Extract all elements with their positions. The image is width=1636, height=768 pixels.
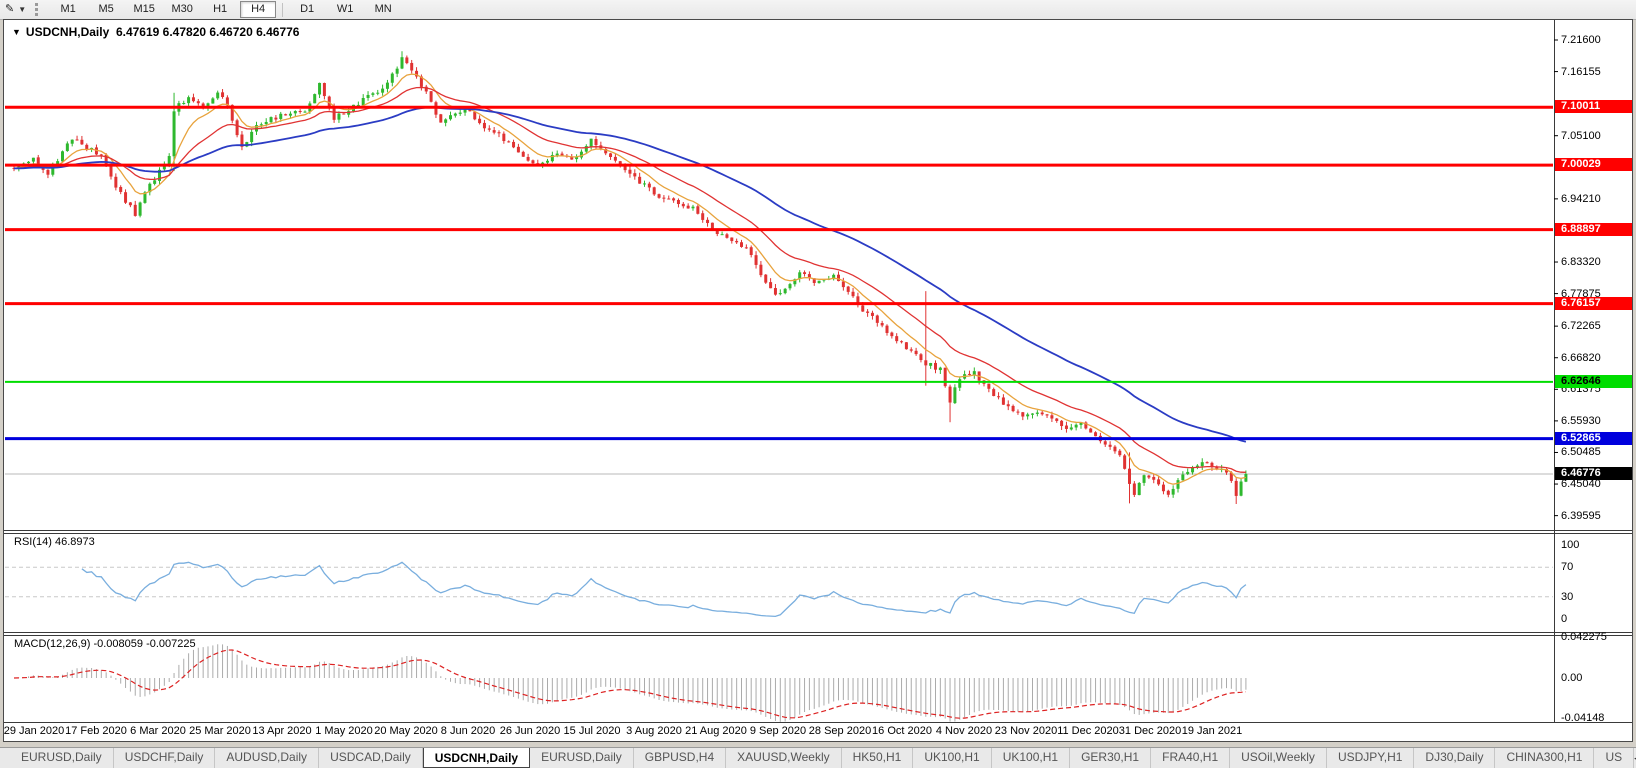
chart-canvas[interactable] — [4, 20, 1632, 741]
date-label: 28 Sep 2020 — [809, 725, 871, 737]
timeframe-button-h4[interactable]: H4 — [240, 1, 276, 18]
tab-eurusd-daily[interactable]: EURUSD,Daily — [530, 748, 634, 768]
date-label: 9 Sep 2020 — [750, 725, 806, 737]
tab-ger30-h1[interactable]: GER30,H1 — [1070, 748, 1151, 768]
tab-uk100-h1[interactable]: UK100,H1 — [913, 748, 991, 768]
date-label: 29 Jan 2020 — [4, 725, 65, 737]
date-label: 11 Dec 2020 — [1057, 725, 1119, 737]
date-label: 26 Jun 2020 — [500, 725, 561, 737]
tab-usdchf-daily[interactable]: USDCHF,Daily — [114, 748, 216, 768]
price-tick: 7.16155 — [1561, 66, 1631, 78]
date-label: 17 Feb 2020 — [65, 725, 127, 737]
timeframe-button-h1[interactable]: H1 — [202, 1, 238, 18]
price-tick: 7.05100 — [1561, 130, 1631, 142]
chart-ohlc-quote: 6.47619 6.47820 6.46720 6.46776 — [116, 25, 300, 39]
tab-xauusd-weekly[interactable]: XAUUSD,Weekly — [726, 748, 841, 768]
tab-usdjpy-h1[interactable]: USDJPY,H1 — [1327, 748, 1414, 768]
date-label: 19 Jan 2021 — [1182, 725, 1243, 737]
price-level-badge: 7.00029 — [1555, 158, 1632, 171]
price-level-badge: 6.52865 — [1555, 432, 1632, 445]
timeframe-button-m1[interactable]: M1 — [50, 1, 86, 18]
tab-eurusd-daily[interactable]: EURUSD,Daily — [10, 748, 114, 768]
tab-usdcnh-daily[interactable]: USDCNH,Daily — [423, 747, 530, 768]
date-label: 16 Oct 2020 — [872, 725, 932, 737]
price-tick: 6.39595 — [1561, 510, 1631, 522]
date-label: 20 May 2020 — [374, 725, 438, 737]
drawing-tool-button[interactable]: ✎ ▼ — [0, 2, 31, 18]
tab-usdcad-daily[interactable]: USDCAD,Daily — [319, 748, 423, 768]
tab-audusd-daily[interactable]: AUDUSD,Daily — [215, 748, 319, 768]
toolbar-grip[interactable] — [35, 3, 42, 16]
tab-usoil-weekly[interactable]: USOil,Weekly — [1230, 748, 1327, 768]
chart-symbol-label: USDCNH,Daily — [26, 25, 109, 39]
date-label: 1 May 2020 — [315, 725, 372, 737]
tab-gbpusd-h4[interactable]: GBPUSD,H4 — [634, 748, 726, 768]
price-tick: 6.55930 — [1561, 415, 1631, 427]
chart-collapse-icon[interactable]: ▼ — [12, 27, 21, 37]
dropdown-caret-icon: ▼ — [18, 5, 26, 14]
price-level-badge: 6.46776 — [1555, 467, 1632, 480]
macd-scale-label: 0.042275 — [1561, 631, 1607, 643]
timeframe-button-m30[interactable]: M30 — [164, 1, 200, 18]
date-label: 4 Nov 2020 — [936, 725, 992, 737]
tab-uk100-h1[interactable]: UK100,H1 — [992, 748, 1070, 768]
date-label: 15 Jul 2020 — [564, 725, 621, 737]
chart-title: ▼ USDCNH,Daily 6.47619 6.47820 6.46720 6.… — [12, 25, 299, 39]
price-tick: 6.94210 — [1561, 193, 1631, 205]
bottom-tabbar: EURUSD,DailyUSDCHF,DailyAUDUSD,DailyUSDC… — [0, 747, 1636, 768]
date-label: 23 Nov 2020 — [995, 725, 1057, 737]
date-label: 21 Aug 2020 — [685, 725, 747, 737]
top-toolbar: ✎ ▼ M1M5M15M30H1H4 D1W1MN — [0, 0, 1636, 20]
timeframe-button-w1[interactable]: W1 — [327, 1, 363, 18]
price-level-badge: 6.76157 — [1555, 297, 1632, 310]
chart-window: ▼ USDCNH,Daily 6.47619 6.47820 6.46720 6.… — [3, 19, 1633, 742]
timeframe-group: M1M5M15M30H1H4 D1W1MN — [49, 1, 402, 18]
price-level-badge: 6.88897 — [1555, 223, 1632, 236]
rsi-scale-label: 0 — [1561, 613, 1567, 625]
rsi-scale-label: 70 — [1561, 561, 1573, 573]
price-tick: 6.50485 — [1561, 446, 1631, 458]
rsi-scale-label: 30 — [1561, 591, 1573, 603]
price-tick: 6.72265 — [1561, 320, 1631, 332]
tab-us[interactable]: US — [1594, 748, 1634, 768]
price-tick: 6.66820 — [1561, 352, 1631, 364]
tab-hk50-h1[interactable]: HK50,H1 — [842, 748, 914, 768]
price-tick: 6.83320 — [1561, 256, 1631, 268]
timeframe-button-d1[interactable]: D1 — [289, 1, 325, 18]
macd-label: MACD(12,26,9) -0.008059 -0.007225 — [14, 638, 196, 650]
timeframe-button-m15[interactable]: M15 — [126, 1, 162, 18]
price-level-badge: 6.62646 — [1555, 375, 1632, 388]
price-level-badge: 7.10011 — [1555, 100, 1632, 113]
timeframe-button-m5[interactable]: M5 — [88, 1, 124, 18]
macd-scale-label: -0.04148 — [1561, 712, 1604, 724]
macd-scale-label: 0.00 — [1561, 672, 1582, 684]
price-tick: 7.21600 — [1561, 34, 1631, 46]
date-label: 31 Dec 2020 — [1119, 725, 1181, 737]
drawing-tool-icon: ✎ — [5, 4, 14, 15]
date-label: 25 Mar 2020 — [189, 725, 251, 737]
date-label: 13 Apr 2020 — [252, 725, 311, 737]
date-label: 3 Aug 2020 — [626, 725, 682, 737]
rsi-label: RSI(14) 46.8973 — [14, 536, 95, 548]
toolbar-separator — [282, 3, 283, 17]
rsi-scale-label: 100 — [1561, 539, 1579, 551]
timeframe-button-mn[interactable]: MN — [365, 1, 401, 18]
tab-dj30-daily[interactable]: DJ30,Daily — [1414, 748, 1495, 768]
tab-china300-h1[interactable]: CHINA300,H1 — [1495, 748, 1594, 768]
tab-fra40-h1[interactable]: FRA40,H1 — [1151, 748, 1230, 768]
date-label: 6 Mar 2020 — [130, 725, 186, 737]
date-label: 8 Jun 2020 — [441, 725, 495, 737]
